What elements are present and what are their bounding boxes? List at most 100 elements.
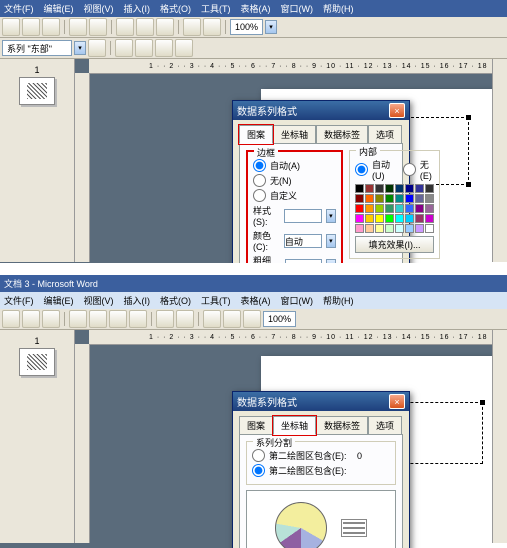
- border-custom-radio[interactable]: [253, 189, 266, 202]
- page-thumbnail[interactable]: [19, 348, 55, 376]
- page-thumbnail[interactable]: [19, 77, 55, 105]
- color-swatch[interactable]: [425, 184, 434, 193]
- close-icon[interactable]: ×: [389, 394, 405, 409]
- color-swatch[interactable]: [365, 214, 374, 223]
- resize-handle[interactable]: [466, 182, 471, 187]
- color-swatch[interactable]: [425, 224, 434, 233]
- menu-help[interactable]: 帮助(H): [323, 2, 354, 15]
- menu-tools[interactable]: 工具(T): [201, 2, 231, 15]
- color-swatch[interactable]: [385, 224, 394, 233]
- by-row-icon[interactable]: [155, 39, 173, 57]
- color-swatch[interactable]: [405, 184, 414, 193]
- open-icon[interactable]: [22, 18, 40, 36]
- table-icon[interactable]: [203, 310, 221, 328]
- color-swatch[interactable]: [375, 204, 384, 213]
- tab-pattern[interactable]: 图案: [239, 416, 273, 435]
- tab-options[interactable]: 选项: [368, 125, 402, 144]
- vertical-scrollbar[interactable]: [492, 330, 507, 543]
- tab-axis[interactable]: 坐标轴: [273, 125, 316, 144]
- color-swatch[interactable]: [385, 204, 394, 213]
- preview-icon[interactable]: [89, 18, 107, 36]
- paste-icon[interactable]: [129, 310, 147, 328]
- color-swatch[interactable]: [425, 214, 434, 223]
- paste-icon[interactable]: [156, 18, 174, 36]
- color-combo[interactable]: 自动: [284, 234, 322, 248]
- border-auto-radio[interactable]: [253, 159, 266, 172]
- color-swatch[interactable]: [415, 214, 424, 223]
- color-swatch[interactable]: [385, 184, 394, 193]
- chevron-down-icon[interactable]: ▾: [326, 259, 336, 264]
- copy-icon[interactable]: [109, 310, 127, 328]
- color-swatch[interactable]: [425, 204, 434, 213]
- zoom-combo[interactable]: 100%: [263, 311, 296, 327]
- color-swatch[interactable]: [425, 194, 434, 203]
- color-swatch[interactable]: [355, 214, 364, 223]
- undo-icon[interactable]: [183, 18, 201, 36]
- menu-tools[interactable]: 工具(T): [201, 294, 231, 307]
- color-swatch[interactable]: [365, 184, 374, 193]
- by-col-icon[interactable]: [175, 39, 193, 57]
- menu-edit[interactable]: 编辑(E): [44, 2, 74, 15]
- menu-window[interactable]: 窗口(W): [281, 294, 314, 307]
- color-swatch[interactable]: [375, 224, 384, 233]
- menu-insert[interactable]: 插入(I): [124, 2, 151, 15]
- color-swatch[interactable]: [385, 214, 394, 223]
- color-swatch[interactable]: [395, 184, 404, 193]
- save-icon[interactable]: [42, 310, 60, 328]
- save-icon[interactable]: [42, 18, 60, 36]
- color-swatch[interactable]: [415, 224, 424, 233]
- fill-effects-button[interactable]: 填充效果(I)...: [355, 236, 434, 253]
- chevron-down-icon[interactable]: ▾: [326, 209, 336, 223]
- tab-options[interactable]: 选项: [368, 416, 402, 435]
- undo-icon[interactable]: [156, 310, 174, 328]
- color-swatch[interactable]: [355, 194, 364, 203]
- color-swatch[interactable]: [365, 194, 374, 203]
- area-auto-radio[interactable]: [355, 163, 368, 176]
- color-swatch[interactable]: [365, 204, 374, 213]
- color-swatch[interactable]: [375, 184, 384, 193]
- color-swatch[interactable]: [405, 204, 414, 213]
- data-table-icon[interactable]: [135, 39, 153, 57]
- chevron-down-icon[interactable]: ▾: [326, 234, 336, 248]
- new-icon[interactable]: [2, 18, 20, 36]
- menu-edit[interactable]: 编辑(E): [44, 294, 74, 307]
- menu-file[interactable]: 文件(F): [4, 2, 34, 15]
- menu-table[interactable]: 表格(A): [241, 2, 271, 15]
- area-none-radio[interactable]: [403, 163, 416, 176]
- color-swatch[interactable]: [415, 204, 424, 213]
- menu-file[interactable]: 文件(F): [4, 294, 34, 307]
- menu-view[interactable]: 视图(V): [84, 2, 114, 15]
- resize-handle[interactable]: [480, 400, 485, 405]
- color-swatch[interactable]: [375, 214, 384, 223]
- color-swatch[interactable]: [415, 184, 424, 193]
- color-swatch[interactable]: [355, 224, 364, 233]
- chart-type-icon[interactable]: [115, 39, 133, 57]
- color-swatch[interactable]: [375, 194, 384, 203]
- menu-insert[interactable]: 插入(I): [124, 294, 151, 307]
- cut-icon[interactable]: [116, 18, 134, 36]
- color-swatch[interactable]: [355, 184, 364, 193]
- color-swatch[interactable]: [395, 214, 404, 223]
- chevron-down-icon[interactable]: ▾: [265, 20, 277, 34]
- drawing-icon[interactable]: [243, 310, 261, 328]
- redo-icon[interactable]: [203, 18, 221, 36]
- color-swatch[interactable]: [405, 214, 414, 223]
- menu-format[interactable]: 格式(O): [160, 2, 191, 15]
- tab-data-labels[interactable]: 数据标签: [316, 125, 368, 144]
- copy-icon[interactable]: [136, 18, 154, 36]
- color-swatch[interactable]: [395, 204, 404, 213]
- close-icon[interactable]: ×: [389, 103, 405, 118]
- print-icon[interactable]: [69, 18, 87, 36]
- style-combo[interactable]: 系列 "东部": [2, 40, 72, 56]
- resize-handle[interactable]: [466, 115, 471, 120]
- color-swatch[interactable]: [365, 224, 374, 233]
- color-swatch[interactable]: [395, 194, 404, 203]
- dialog-titlebar[interactable]: 数据系列格式 ×: [233, 101, 409, 120]
- border-none-radio[interactable]: [253, 174, 266, 187]
- weight-combo[interactable]: [285, 259, 322, 264]
- columns-icon[interactable]: [223, 310, 241, 328]
- menu-table[interactable]: 表格(A): [241, 294, 271, 307]
- tab-data-labels[interactable]: 数据标签: [316, 416, 368, 435]
- tab-pattern[interactable]: 图案: [239, 125, 273, 144]
- color-swatch[interactable]: [395, 224, 404, 233]
